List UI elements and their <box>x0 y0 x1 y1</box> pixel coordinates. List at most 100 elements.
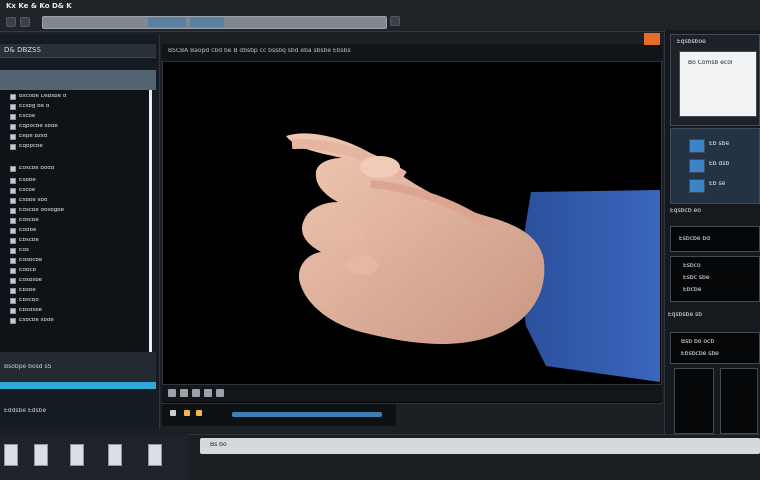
file-icon <box>10 238 16 244</box>
file-icon <box>10 198 16 204</box>
folder-icon <box>10 166 16 172</box>
thumbnail-2[interactable] <box>689 159 705 173</box>
small-toolbar-icon[interactable] <box>170 410 176 416</box>
tree-item[interactable]: Bscobe Dsbsbe d <box>10 93 66 101</box>
file-icon <box>10 208 16 214</box>
thumbnail-3[interactable] <box>689 179 705 193</box>
thumbnail-label: Eb sbe <box>709 141 730 147</box>
thumbnail-1[interactable] <box>689 139 705 153</box>
hand-image <box>286 133 660 382</box>
file-icon <box>10 104 16 110</box>
sidebar-header: D& DBZSS <box>0 44 156 58</box>
tree-item[interactable]: Edsbsbe <box>10 277 42 285</box>
thumbnail-label: Eb dsb <box>709 161 730 167</box>
stats-line: Ebsbcbe sbe <box>681 351 719 357</box>
tree-item[interactable]: Ebsdsbe <box>10 307 42 315</box>
folder-icon <box>10 94 16 100</box>
address-tab-1[interactable] <box>148 17 186 27</box>
tree-item[interactable]: Ebscbe <box>10 237 39 245</box>
preview-header: Eqsbsboe <box>677 39 706 45</box>
stats-line: Bsb bo ocb <box>681 339 715 345</box>
tree-item[interactable]: Ebsbe <box>10 287 36 295</box>
back-icon[interactable] <box>6 17 16 27</box>
preview-panel: Eqsbsboe Bo Comsb ecol <box>670 34 760 126</box>
file-icon <box>10 218 16 224</box>
file-icon[interactable] <box>148 444 162 466</box>
file-icon <box>10 144 16 150</box>
small-toolbar-icon[interactable] <box>184 410 190 416</box>
status-bar-text: Bs bo <box>210 442 227 448</box>
section-label: Eqsbcb eo <box>670 208 701 214</box>
file-icon <box>10 268 16 274</box>
main-panel-header-text: BSCBA Baopd cbd be B dbsbp cc bssbq sbd … <box>168 48 351 54</box>
window-title: Kx Ke & Ko D& K <box>6 3 72 10</box>
tree-item[interactable]: Edsbcbe <box>10 257 42 265</box>
file-icon <box>10 228 16 234</box>
tree-item[interactable]: Ecsbg be d <box>10 103 49 111</box>
details-box: Esbco Esbc sbe Ebcbe <box>670 256 760 302</box>
preview-card[interactable]: Bo Comsb ecol <box>679 51 757 117</box>
file-icon[interactable] <box>34 444 48 466</box>
address-tab-2[interactable] <box>190 17 224 27</box>
tree-item[interactable]: Ebscbo <box>10 297 39 305</box>
notification-badge[interactable] <box>644 33 660 45</box>
tile-2[interactable] <box>720 368 758 434</box>
tree-item[interactable]: Esbbe <box>10 177 36 185</box>
preview-text: Bo Comsb ecol <box>688 60 733 66</box>
tree-item[interactable]: Edscbe <box>10 217 39 225</box>
video-viewport[interactable] <box>166 66 660 382</box>
tree-item[interactable]: Eddbe <box>10 227 36 235</box>
main-panel-header: BSCBA Baopd cbd be B dbsbp cc bssbq sbd … <box>162 44 662 62</box>
tile-1[interactable] <box>674 368 714 434</box>
info-box-text: Esbcbe bd <box>679 236 711 242</box>
sidebar-footer-text: Bsobpe bosd sS <box>4 364 52 370</box>
volume-icon[interactable] <box>204 389 212 397</box>
sidebar-bottom-label: Eddsbe Edsbe <box>4 408 47 414</box>
tree-item[interactable]: Eqbpcbe <box>10 143 43 151</box>
play-icon[interactable] <box>168 389 176 397</box>
tree-item[interactable]: Esbbe sbd <box>10 197 47 205</box>
sidebar-selected-row[interactable] <box>0 382 156 389</box>
tree-item[interactable]: Edscbe dosbgbe <box>10 207 64 215</box>
thumbnail-label: Eb se <box>709 181 726 187</box>
small-toolbar-icon[interactable] <box>196 410 202 416</box>
file-icon[interactable] <box>70 444 84 466</box>
details-line: Esbc sbe <box>683 275 710 281</box>
details-line: Esbco <box>683 263 701 269</box>
file-icon <box>10 298 16 304</box>
stats-box: Bsb bo ocb Ebsbcbe sbe <box>670 332 760 364</box>
status-bar[interactable]: Bs bo <box>200 438 760 454</box>
stop-icon[interactable] <box>192 389 200 397</box>
section-label: Eqsbsbe sb <box>668 312 703 318</box>
details-line: Ebcbe <box>683 287 702 293</box>
tree-item[interactable]: Eoscbe bodd <box>10 165 54 173</box>
progress-bar[interactable] <box>232 412 382 417</box>
file-icon <box>10 248 16 254</box>
file-icon <box>10 318 16 324</box>
player-controls <box>162 384 662 402</box>
file-icon <box>10 188 16 194</box>
file-icon <box>10 308 16 314</box>
file-icon <box>10 278 16 284</box>
pause-icon[interactable] <box>180 389 188 397</box>
thumbnail-panel: Eb sbe Eb dsb Eb se <box>670 128 760 204</box>
file-icon <box>10 288 16 294</box>
tree-item[interactable]: Eds <box>10 247 29 255</box>
tree-item[interactable]: Eqpocbe sbde <box>10 123 58 131</box>
settings-icon[interactable] <box>216 389 224 397</box>
file-icon <box>10 258 16 264</box>
tree-item[interactable]: Esbcbe sbde <box>10 317 54 325</box>
forward-icon[interactable] <box>20 17 30 27</box>
tree-item[interactable]: Edbcb <box>10 267 36 275</box>
tree-item[interactable]: Eepe bzsd <box>10 133 47 141</box>
refresh-icon[interactable] <box>390 16 400 26</box>
file-icon <box>10 114 16 120</box>
file-icon <box>10 124 16 130</box>
tree-item[interactable]: Escbe <box>10 113 35 121</box>
file-icon[interactable] <box>4 444 18 466</box>
file-icon <box>10 134 16 140</box>
file-icon <box>10 178 16 184</box>
sidebar-section-header <box>0 70 156 90</box>
file-icon[interactable] <box>108 444 122 466</box>
tree-item[interactable]: Escbe <box>10 187 35 195</box>
